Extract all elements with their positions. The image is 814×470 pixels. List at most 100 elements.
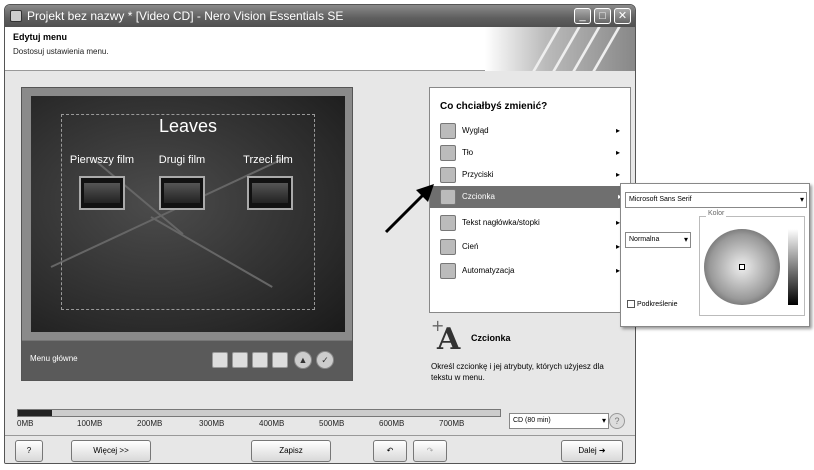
capacity-tick: 400MB bbox=[259, 419, 285, 428]
disc-type-select[interactable]: CD (80 min) ▾ bbox=[509, 413, 609, 429]
header-decoration bbox=[485, 27, 635, 71]
info-section: A + Czcionka Określ czcionkę i jej atryb… bbox=[429, 315, 631, 390]
layout-icon bbox=[440, 123, 456, 139]
bottom-bar: ? Więcej >> Zapisz ↶ ↷ Dalej ➜ bbox=[5, 435, 635, 463]
chevron-down-icon: ▾ bbox=[799, 195, 804, 204]
check-icon[interactable]: ✓ bbox=[316, 351, 334, 369]
page-header: Edytuj menu Dostosuj ustawienia menu. bbox=[5, 27, 635, 71]
panel-item-automatyzacja[interactable]: Automatyzacja ▸ bbox=[438, 260, 628, 282]
panel-item-cien[interactable]: Cień ▸ bbox=[438, 236, 628, 258]
underline-checkbox[interactable]: Podkreślenie bbox=[627, 300, 677, 308]
help-button[interactable]: ? bbox=[15, 440, 43, 462]
up-icon[interactable]: ▲ bbox=[294, 351, 312, 369]
maximize-icon[interactable]: □ bbox=[594, 8, 611, 24]
color-group: Kolor bbox=[699, 210, 805, 316]
chevron-right-icon: ▸ bbox=[615, 126, 620, 135]
chapter-prev-icon[interactable] bbox=[232, 352, 248, 368]
chevron-right-icon: ▸ bbox=[615, 148, 620, 157]
capacity-tick: 100MB bbox=[77, 419, 103, 428]
panel-item-label: Tło bbox=[462, 148, 474, 157]
panel-item-label: Czcionka bbox=[462, 192, 495, 201]
film-label-1[interactable]: Pierwszy film bbox=[57, 154, 147, 166]
svg-text:+: + bbox=[431, 317, 444, 335]
font-name-value: Microsoft Sans Serif bbox=[629, 196, 692, 203]
buttons-icon bbox=[440, 167, 456, 183]
shadow-icon bbox=[440, 239, 456, 255]
app-window: Projekt bez nazwy * [Video CD] - Nero Vi… bbox=[4, 4, 636, 464]
header-text-icon bbox=[440, 215, 456, 231]
page-title: Edytuj menu bbox=[13, 32, 68, 42]
font-large-icon: A + bbox=[431, 317, 461, 353]
panel-title: Co chciałbyś zmienić? bbox=[440, 101, 548, 112]
window-title: Projekt bez nazwy * [Video CD] - Nero Vi… bbox=[27, 9, 344, 23]
menu-preview: Leaves Pierwszy film Drugi film Trzeci f… bbox=[21, 87, 353, 381]
menu-title[interactable]: Leaves bbox=[31, 116, 345, 137]
panel-item-label: Automatyzacja bbox=[462, 266, 515, 275]
chapter-next-icon[interactable] bbox=[252, 352, 268, 368]
page-subtitle: Dostosuj ustawienia menu. bbox=[13, 47, 109, 56]
minimize-icon[interactable]: _ bbox=[574, 8, 591, 24]
panel-item-label: Cień bbox=[462, 242, 479, 251]
capacity-tick: 700MB bbox=[439, 419, 465, 428]
font-style-value: Normalna bbox=[629, 236, 660, 243]
close-icon[interactable]: ✕ bbox=[614, 8, 631, 24]
more-button[interactable]: Więcej >> bbox=[71, 440, 151, 462]
film-label-2[interactable]: Drugi film bbox=[137, 154, 227, 166]
panel-item-label: Tekst nagłówka/stopki bbox=[462, 218, 540, 227]
background-icon bbox=[440, 145, 456, 161]
underline-label: Podkreślenie bbox=[637, 300, 678, 308]
safe-area bbox=[61, 114, 315, 310]
more-button-label: Więcej >> bbox=[93, 446, 129, 455]
font-flyout: Microsoft Sans Serif ▾ Normalna ▾ Kolor Po… bbox=[620, 183, 810, 327]
capacity-fill bbox=[18, 410, 52, 416]
app-icon bbox=[10, 10, 22, 22]
font-style-select[interactable]: Normalna ▾ bbox=[625, 232, 691, 248]
checkbox-box[interactable] bbox=[627, 300, 635, 308]
panel-item-label: Wygląd bbox=[462, 126, 489, 135]
capacity-bar: 0MB 100MB 200MB 300MB 400MB 500MB 600MB … bbox=[17, 409, 501, 431]
next-button[interactable]: Dalej ➜ bbox=[561, 440, 623, 462]
save-button-label: Zapisz bbox=[279, 446, 303, 455]
film-label-3[interactable]: Trzeci film bbox=[223, 154, 313, 166]
chapter-last-icon[interactable] bbox=[272, 352, 288, 368]
pointer-arrow-icon bbox=[384, 184, 434, 234]
save-button[interactable]: Zapisz bbox=[251, 440, 331, 462]
info-description: Określ czcionkę i jej atrybuty, których … bbox=[431, 362, 604, 382]
info-title: Czcionka bbox=[471, 333, 511, 343]
preview-navigation-bar: Menu główne ▲ ✓ bbox=[22, 340, 352, 380]
panel-item-czcionka[interactable]: Czcionka▸ bbox=[430, 186, 630, 208]
capacity-tick: 200MB bbox=[137, 419, 163, 428]
undo-button[interactable]: ↶ bbox=[373, 440, 407, 462]
chevron-down-icon: ▾ bbox=[683, 235, 688, 244]
capacity-help-icon[interactable]: ? bbox=[609, 413, 625, 429]
capacity-track bbox=[17, 409, 501, 417]
panel-item-tekst[interactable]: Tekst nagłówka/stopki ▸ bbox=[438, 212, 628, 234]
capacity-tick: 500MB bbox=[319, 419, 345, 428]
next-button-label: Dalej bbox=[578, 446, 597, 455]
panel-item-tlo[interactable]: Tło ▸ bbox=[438, 142, 628, 164]
font-name-select[interactable]: Microsoft Sans Serif ▾ bbox=[625, 192, 807, 208]
automation-icon bbox=[440, 263, 456, 279]
brightness-slider[interactable] bbox=[788, 229, 798, 305]
panel-item-label: Przyciski bbox=[462, 170, 494, 179]
film-thumbnail-1[interactable] bbox=[79, 176, 125, 210]
redo-button[interactable]: ↷ bbox=[413, 440, 447, 462]
disc-type-value: CD (80 min) bbox=[513, 417, 551, 424]
panel-item-wyglad[interactable]: Wygląd ▸ bbox=[438, 120, 628, 142]
color-wheel[interactable] bbox=[704, 229, 780, 305]
capacity-tick: 0MB bbox=[17, 419, 34, 428]
title-bar: Projekt bez nazwy * [Video CD] - Nero Vi… bbox=[5, 5, 635, 27]
options-panel: Co chciałbyś zmienić? Wygląd ▸ Tło ▸ Przyc… bbox=[429, 87, 631, 313]
main-menu-label: Menu główne bbox=[30, 354, 78, 363]
chevron-down-icon: ▾ bbox=[601, 416, 606, 425]
capacity-tick: 600MB bbox=[379, 419, 405, 428]
film-thumbnail-3[interactable] bbox=[247, 176, 293, 210]
color-label: Kolor bbox=[706, 210, 727, 217]
font-icon bbox=[440, 189, 456, 205]
capacity-tick: 300MB bbox=[199, 419, 225, 428]
color-picker-marker[interactable] bbox=[739, 264, 745, 270]
menu-canvas: Leaves Pierwszy film Drugi film Trzeci f… bbox=[31, 96, 345, 332]
film-thumbnail-2[interactable] bbox=[159, 176, 205, 210]
chapter-first-icon[interactable] bbox=[212, 352, 228, 368]
panel-item-przyciski[interactable]: Przyciski ▸ bbox=[438, 164, 628, 186]
